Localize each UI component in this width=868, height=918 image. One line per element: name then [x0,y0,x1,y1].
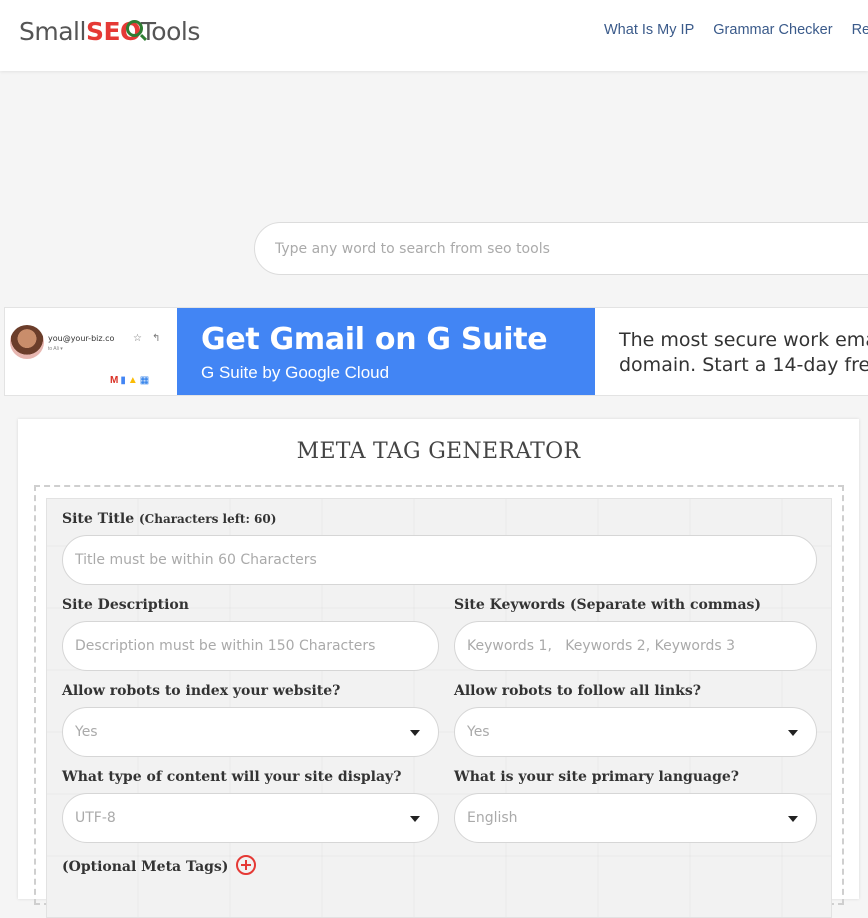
language-label: What is your site primary language? [454,769,739,785]
ad-email-address: you@your-biz.co [48,334,115,343]
avatar [10,325,44,359]
gmail-icon: M [110,375,119,386]
ad-description-line2: domain. Start a 14-day free [619,354,868,376]
nav-grammar-checker[interactable]: Grammar Checker [713,22,832,38]
site-title-input[interactable] [62,535,817,585]
add-icon[interactable] [236,855,257,875]
ad-email-preview: you@your-biz.co to Ali ▾ ☆ ↰ M ▮ ▲ ▦ [5,308,177,395]
drive-icon: ▲ [127,375,138,386]
chevron-down-icon [788,730,798,736]
reply-icon: ↰ [152,333,161,344]
ad-email-recipient: to Ali ▾ [48,346,63,352]
nav-reverse[interactable]: Reve [852,22,868,38]
chevron-down-icon [410,730,420,736]
content-type-value: UTF-8 [75,810,116,826]
logo-tools: Tools [140,17,201,46]
site-title-label: Site Title (Characters left: 60) [62,511,276,527]
site-description-input[interactable] [62,621,439,671]
content-type-label: What type of content will your site disp… [62,769,402,785]
robots-index-select[interactable]: Yes [62,707,439,757]
docs-icon: ▮ [120,375,126,386]
google-apps-icons: M ▮ ▲ ▦ [110,375,151,386]
content-type-select[interactable]: UTF-8 [62,793,439,843]
robots-index-value: Yes [75,724,98,740]
site-keywords-input[interactable] [454,621,817,671]
optional-meta-tags-label: (Optional Meta Tags) [62,859,229,875]
ad-description-line1: The most secure work ema [619,329,868,351]
language-value: English [467,810,518,826]
top-nav: What Is My IP Grammar Checker Reve [604,22,868,38]
ad-headline-panel: Get Gmail on G Suite G Suite by Google C… [177,308,595,395]
robots-index-label: Allow robots to index your website? [62,683,341,699]
nav-what-is-my-ip[interactable]: What Is My IP [604,22,694,38]
chevron-down-icon [410,816,420,822]
star-icon: ☆ [133,333,142,344]
page-title: META TAG GENERATOR [296,439,581,464]
search-input[interactable] [254,222,868,275]
chevron-down-icon [788,816,798,822]
site-title-label-text: Site Title [62,511,135,527]
language-select[interactable]: English [454,793,817,843]
optional-meta-tags: (Optional Meta Tags) [62,855,257,875]
robots-follow-value: Yes [467,724,490,740]
ad-headline: Get Gmail on G Suite [201,322,548,357]
site-logo[interactable]: SmallSEO Tools [19,17,200,53]
site-title-char-count: (Characters left: 60) [138,512,277,526]
logo-small: Small [19,17,86,46]
meta-tag-form: Site Title (Characters left: 60) Site De… [46,498,832,918]
ad-byline: G Suite by Google Cloud [201,363,390,382]
ad-description: The most secure work ema domain. Start a… [619,328,868,378]
site-keywords-label: Site Keywords (Separate with commas) [454,597,762,613]
calendar-icon: ▦ [139,375,150,386]
robots-follow-label: Allow robots to follow all links? [454,683,701,699]
meta-tag-generator-card: META TAG GENERATOR Site Title (Character… [18,419,859,918]
site-description-label: Site Description [62,597,189,613]
site-header: SmallSEO Tools What Is My IP Grammar Chec… [0,0,868,71]
robots-follow-select[interactable]: Yes [454,707,817,757]
ad-banner[interactable]: you@your-biz.co to Ali ▾ ☆ ↰ M ▮ ▲ ▦ Get Gm… [4,307,868,396]
